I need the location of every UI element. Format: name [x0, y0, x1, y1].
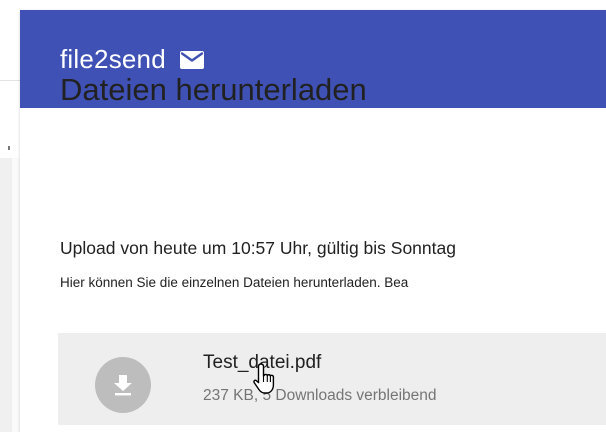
page-title: Dateien herunterladen	[60, 72, 367, 107]
download-icon[interactable]	[95, 357, 151, 413]
mail-icon	[179, 51, 204, 69]
brand-name: file2send	[60, 43, 166, 74]
file-meta: 237 KB, 5 Downloads verbleibend	[203, 387, 437, 404]
page-background-strip	[0, 158, 12, 432]
instructions-text: Hier können Sie die einzelnen Dateien he…	[60, 275, 409, 290]
browser-viewport: file2send Dateien herunterladen Upload v…	[0, 0, 606, 432]
brand-link[interactable]: file2send	[60, 44, 204, 75]
page-background-edge	[12, 158, 20, 432]
upload-info: Upload von heute um 10:57 Uhr, gültig bi…	[60, 238, 456, 258]
page-mark	[8, 146, 10, 150]
file-name[interactable]: Test_datei.pdf	[203, 352, 321, 374]
page-divider	[0, 80, 20, 81]
file-list-item[interactable]: Test_datei.pdf 237 KB, 5 Downloads verbl…	[58, 333, 606, 425]
